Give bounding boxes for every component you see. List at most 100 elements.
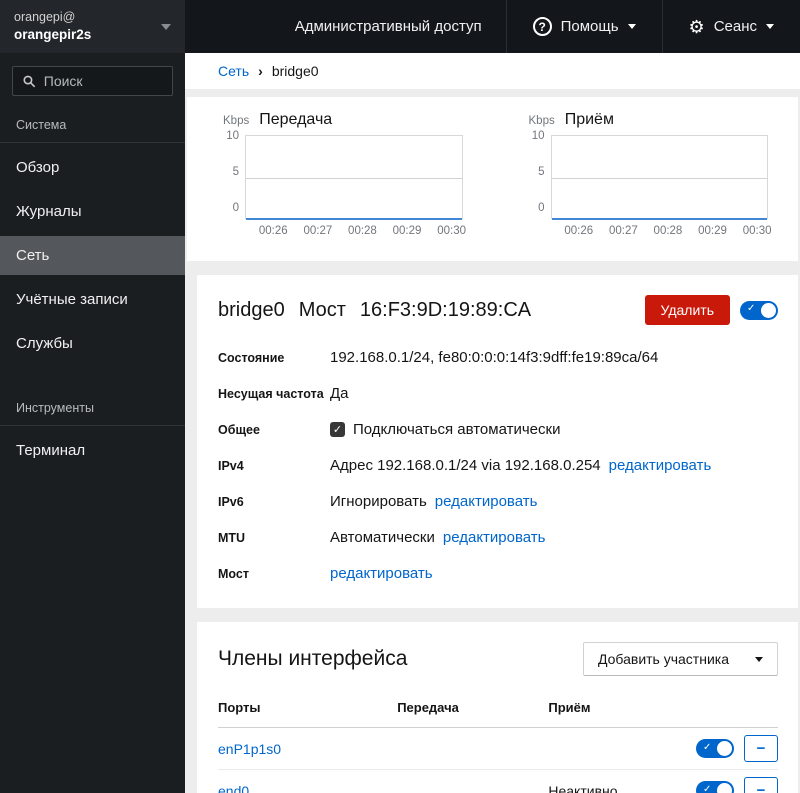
breadcrumb-current: bridge0 xyxy=(271,63,319,79)
search-input[interactable] xyxy=(43,73,162,89)
sidebar-item-network[interactable]: Сеть xyxy=(0,236,185,275)
main-content: Сеть › bridge0 Kbps Передача 10 5 0 00:2… xyxy=(185,53,800,793)
breadcrumb: Сеть › bridge0 xyxy=(185,53,800,89)
x-tick: 00:28 xyxy=(348,225,377,237)
rx-chart: Kbps Приём 10 5 0 00:26 00:27 00:28 00:2… xyxy=(493,111,799,243)
nav-group-system: Система xyxy=(0,106,185,143)
search-icon xyxy=(23,75,36,87)
user-name-top: orangepi@ xyxy=(14,9,76,24)
port-tx-value xyxy=(397,769,549,793)
x-tick: 00:29 xyxy=(392,225,422,237)
add-member-label: Добавить участника xyxy=(597,651,729,667)
nav-group-tools: Инструменты xyxy=(0,389,185,426)
masthead: Административный доступ ? Помощь ⚙ Сеанс xyxy=(185,0,800,53)
check-icon: ✓ xyxy=(703,741,712,753)
admin-access-indicator[interactable]: Административный доступ xyxy=(271,0,506,53)
toggle-knob xyxy=(717,741,732,756)
y-tick: 5 xyxy=(232,166,239,178)
x-tick: 00:28 xyxy=(653,225,683,237)
interface-type: Мост xyxy=(298,298,346,321)
tx-chart-x-axis: 00:26 00:27 00:28 00:29 00:30 xyxy=(245,225,467,243)
x-tick: 00:26 xyxy=(564,225,594,237)
rx-chart-unit: Kbps xyxy=(528,115,555,127)
remove-port-button[interactable]: − xyxy=(744,735,778,762)
interface-mac: 16:F3:9D:19:89:CA xyxy=(359,298,532,321)
port-link-enP1p1s0[interactable]: enP1p1s0 xyxy=(218,741,281,757)
members-table: Порты Передача Приём enP1p1s0 ✓ − end0 Н… xyxy=(218,694,778,793)
status-label: Состояние xyxy=(218,350,285,365)
chevron-down-icon xyxy=(766,24,774,29)
breadcrumb-network-link[interactable]: Сеть xyxy=(218,63,249,79)
search-box[interactable] xyxy=(12,66,173,96)
rx-chart-title: Приём xyxy=(564,111,614,128)
session-menu-label: Сеанс xyxy=(713,18,757,35)
members-title: Члены интерфейса xyxy=(218,647,408,670)
bridge-edit-link[interactable]: редактировать xyxy=(330,565,433,582)
mtu-label: MTU xyxy=(218,530,246,545)
mtu-edit-link[interactable]: редактировать xyxy=(443,529,546,546)
carrier-label: Несущая частота xyxy=(218,386,324,401)
tx-chart-plot xyxy=(245,135,463,220)
sidebar-item-terminal[interactable]: Терминал xyxy=(0,431,185,470)
user-name-host: orangepir2s xyxy=(14,26,92,42)
remove-port-button[interactable]: − xyxy=(744,777,778,793)
interface-enable-toggle[interactable]: ✓ xyxy=(740,300,778,320)
sidebar-search xyxy=(12,66,173,96)
add-member-button[interactable]: Добавить участника xyxy=(582,642,778,676)
gear-icon: ⚙ xyxy=(688,16,705,37)
port-rx-value xyxy=(548,727,672,770)
ipv6-label: IPv6 xyxy=(218,494,244,509)
port-enable-toggle[interactable]: ✓ xyxy=(696,739,734,758)
y-tick: 0 xyxy=(538,202,545,214)
user-names: orangepi@ orangepir2s xyxy=(14,9,91,44)
rx-chart-y-axis: 10 5 0 xyxy=(529,130,551,214)
help-icon: ? xyxy=(532,17,552,36)
port-link-end0[interactable]: end0 xyxy=(218,783,249,793)
interface-members-card: Члены интерфейса Добавить участника Порт… xyxy=(197,622,798,793)
tx-chart-unit: Kbps xyxy=(223,115,250,127)
ipv6-edit-link[interactable]: редактировать xyxy=(435,493,538,510)
sidebar-item-services[interactable]: Службы xyxy=(0,324,185,363)
sidebar-item-accounts[interactable]: Учётные записи xyxy=(0,280,185,319)
gridline xyxy=(551,177,767,179)
ipv4-edit-link[interactable]: редактировать xyxy=(609,457,712,474)
y-tick: 0 xyxy=(232,202,239,214)
toggle-knob xyxy=(761,302,776,318)
col-header-rx: Приём xyxy=(548,694,672,728)
session-menu[interactable]: ⚙ Сеанс xyxy=(661,0,800,53)
chevron-right-icon: › xyxy=(258,63,263,79)
x-tick: 00:27 xyxy=(303,225,333,237)
help-menu-label: Помощь xyxy=(560,18,619,35)
chevron-down-icon xyxy=(627,24,636,29)
port-enable-toggle[interactable]: ✓ xyxy=(696,781,734,793)
rx-data-line xyxy=(551,218,767,220)
toggle-knob xyxy=(717,783,732,793)
ipv4-value: Адрес 192.168.0.1/24 via 192.168.0.254 xyxy=(330,457,601,474)
y-tick: 5 xyxy=(538,166,545,178)
table-row: end0 Неактивно ✓ − xyxy=(218,769,778,793)
delete-button[interactable]: Удалить xyxy=(644,295,730,325)
ipv4-label: IPv4 xyxy=(218,458,244,473)
interface-title: bridge0 Мост 16:F3:9D:19:89:CA xyxy=(218,299,531,322)
rx-chart-x-axis: 00:26 00:27 00:28 00:29 00:30 xyxy=(551,225,772,243)
gridline xyxy=(246,177,462,179)
col-header-ports: Порты xyxy=(218,694,398,728)
sidebar-item-logs[interactable]: Журналы xyxy=(0,192,185,231)
traffic-charts-card: Kbps Передача 10 5 0 00:26 00:27 00:28 0… xyxy=(187,97,798,261)
general-label: Общее xyxy=(218,422,260,437)
x-tick: 00:30 xyxy=(437,225,467,237)
autoconnect-checkbox[interactable]: ✓ xyxy=(330,422,345,437)
tx-chart-y-axis: 10 5 0 xyxy=(223,130,245,214)
x-tick: 00:26 xyxy=(258,225,288,237)
sidebar-item-overview[interactable]: Обзор xyxy=(0,148,185,187)
x-tick: 00:30 xyxy=(742,225,772,237)
cockpit-page: orangepi@ orangepir2s Система Обзор Журн… xyxy=(0,0,800,793)
sidebar: orangepi@ orangepir2s Система Обзор Журн… xyxy=(0,0,185,793)
status-value: 192.168.0.1/24, fe80:0:0:0:14f3:9dff:fe1… xyxy=(330,349,659,366)
help-menu[interactable]: ? Помощь xyxy=(505,0,662,53)
y-tick: 10 xyxy=(226,130,239,142)
rx-chart-plot xyxy=(550,135,768,220)
interface-name: bridge0 xyxy=(218,298,285,321)
table-row: enP1p1s0 ✓ − xyxy=(218,727,778,770)
user-menu[interactable]: orangepi@ orangepir2s xyxy=(0,0,185,53)
